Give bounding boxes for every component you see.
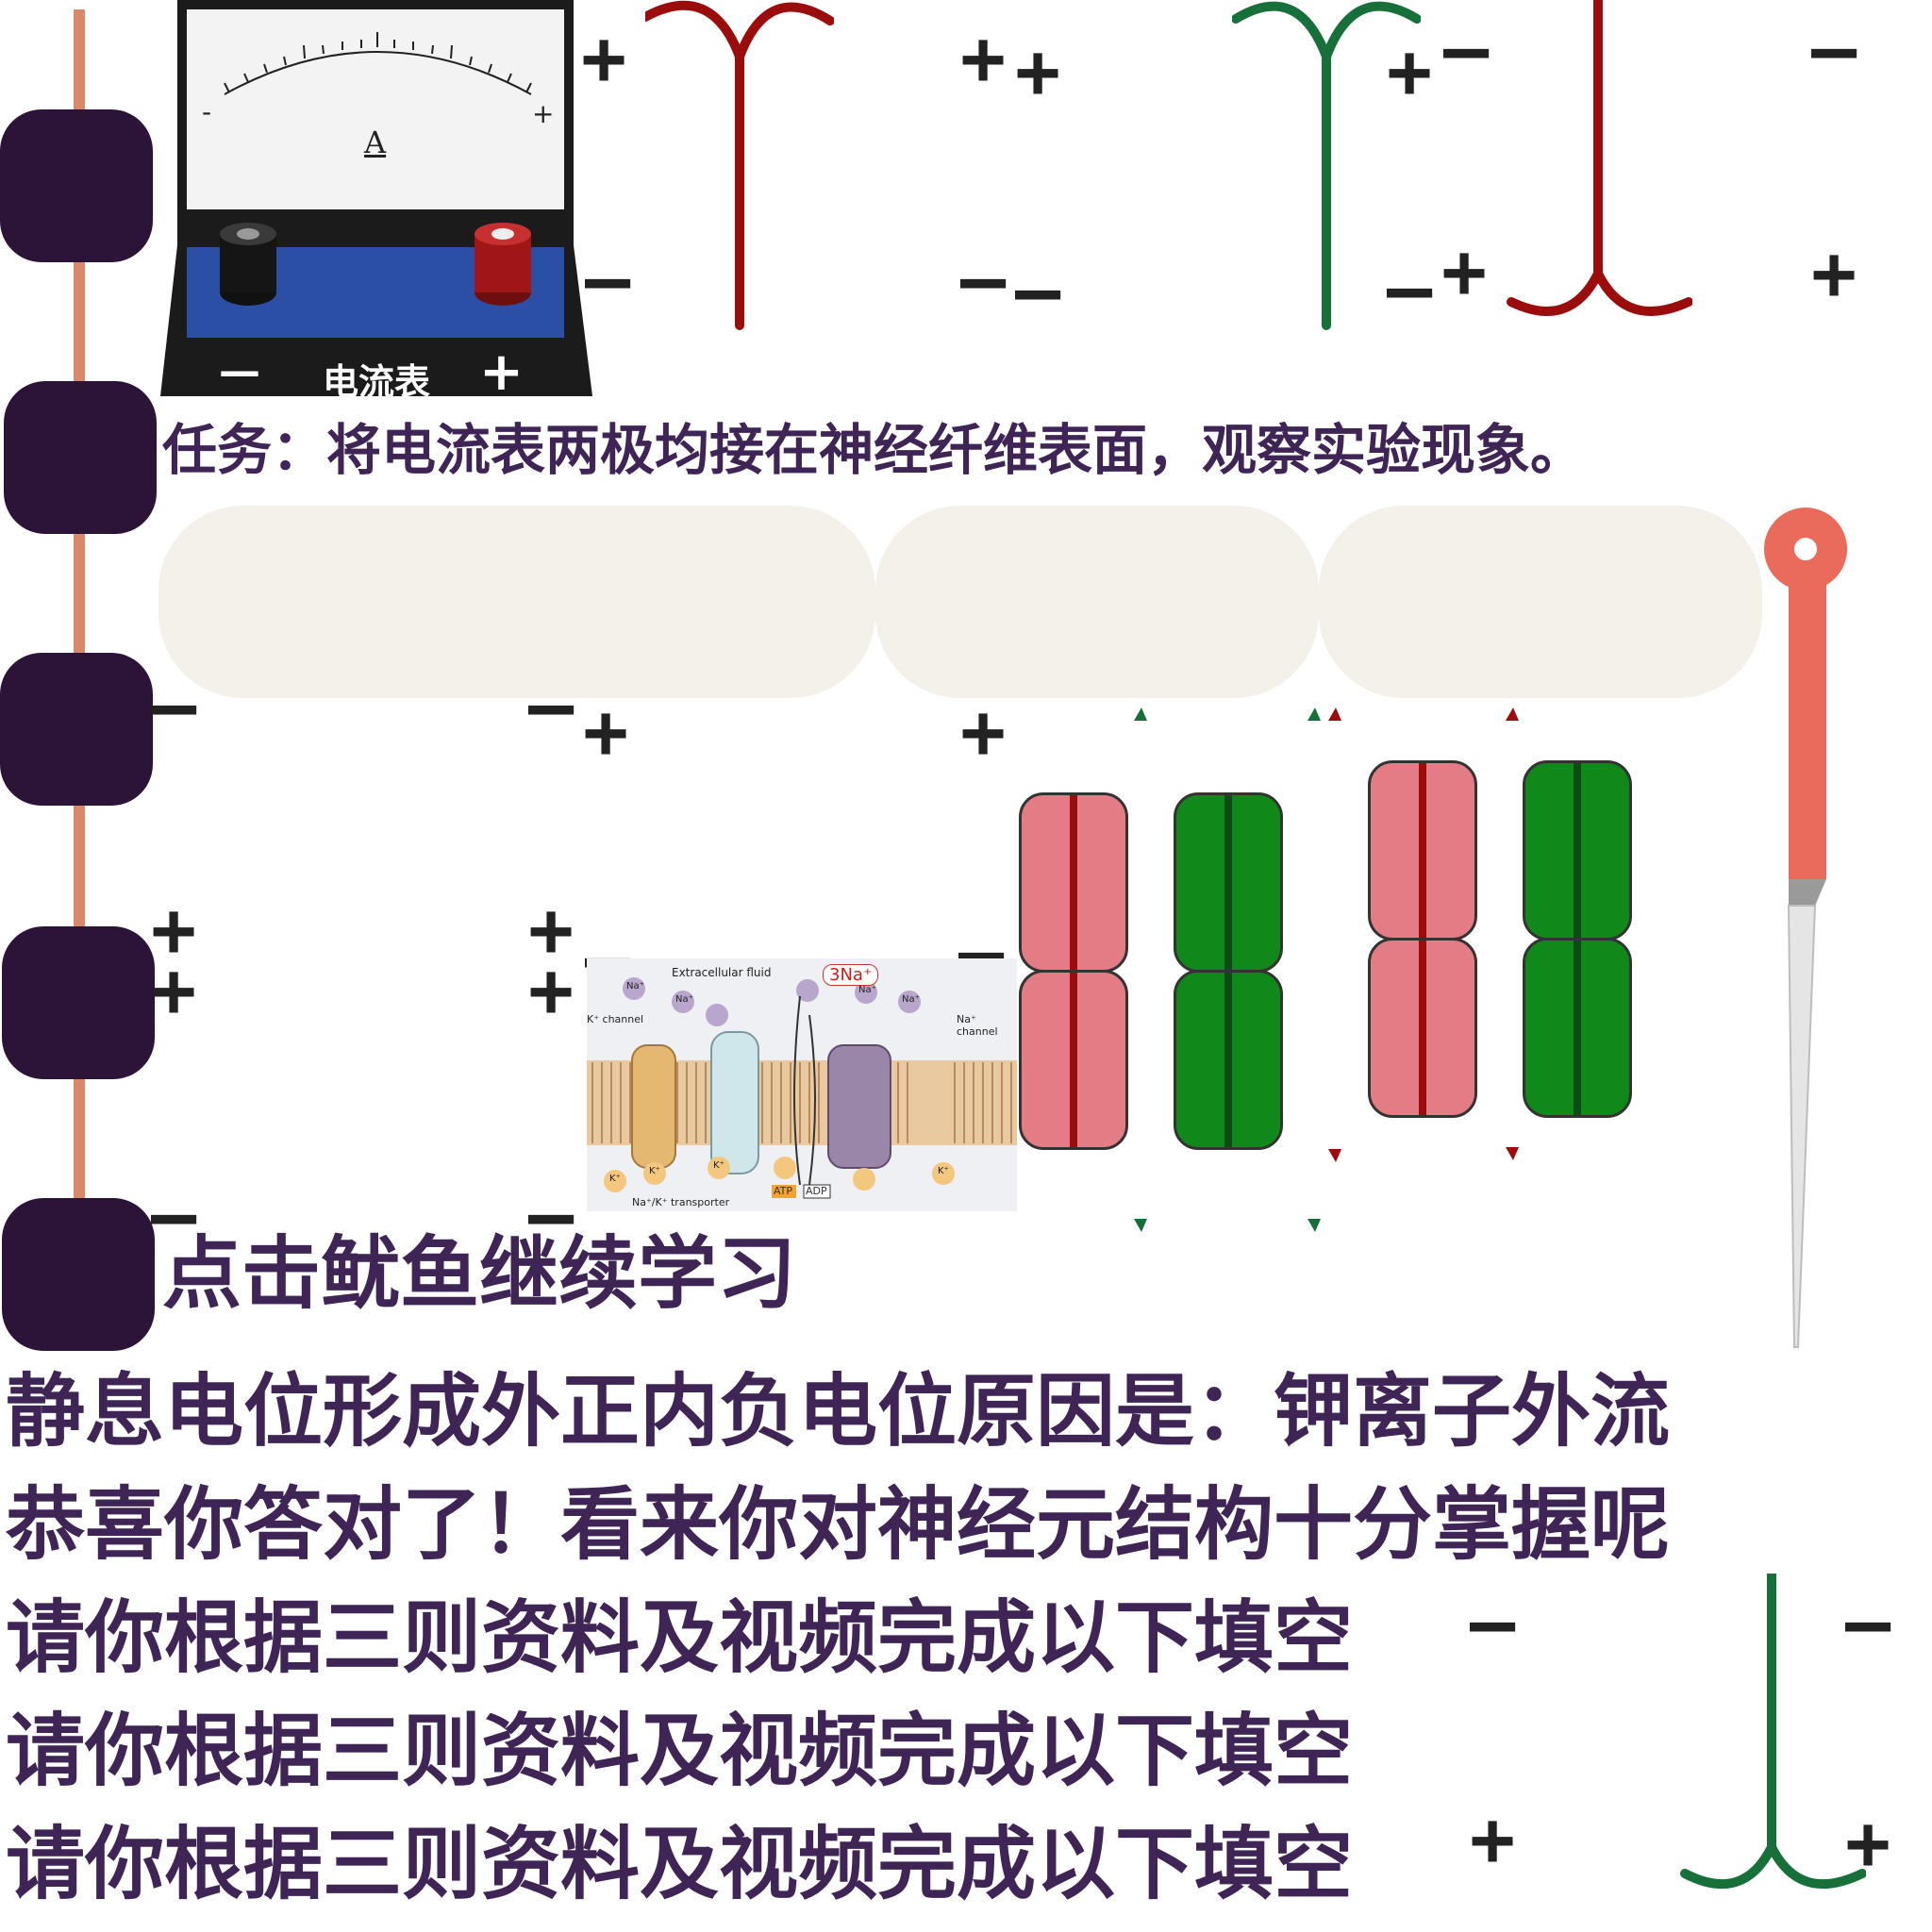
dial-plus-label: + — [532, 98, 555, 129]
blob-button-1[interactable] — [0, 109, 153, 262]
blob-button-2[interactable] — [4, 381, 157, 534]
nerve-fiber-segment-1[interactable] — [158, 506, 875, 698]
na-ion-label: Na⁺ — [626, 981, 644, 991]
fill-prompt-text: 请你根据三则资料及视频完成以下填空 — [6, 1818, 1354, 1910]
three-na-label: 3Na⁺ — [823, 964, 879, 986]
k-ion-label: K⁺ — [713, 1160, 724, 1171]
nerve-fiber-segment-3[interactable] — [1319, 506, 1762, 698]
ammeter[interactable]: - + A — 电流表 + — [158, 0, 592, 415]
ion-channel-pink[interactable] — [1019, 970, 1128, 1150]
k-channel-label: K⁺ channel — [587, 1013, 644, 1025]
plus-sign: + — [528, 946, 575, 1034]
task-text: 任务：将电流表两极均接在神经纤维表面，观察实验现象。 — [162, 418, 1586, 482]
na-channel-label: Na⁺ channel — [957, 1013, 998, 1038]
k-ion-label: K⁺ — [609, 1174, 621, 1184]
green-electrode-bottom — [1680, 1574, 1866, 1890]
plus-sign: + — [1470, 1795, 1516, 1883]
minus-sign: — — [960, 235, 1007, 323]
ion-channel-pink[interactable] — [1368, 938, 1477, 1118]
na-ion-label: Na⁺ — [858, 985, 876, 995]
minus-sign: — — [1811, 5, 1857, 92]
ion-channel-green[interactable] — [1523, 938, 1632, 1118]
fill-prompt-text: 请你根据三则资料及视频完成以下填空 — [6, 1705, 1354, 1797]
plus-sign: + — [1845, 1799, 1891, 1887]
dial-unit-label: A — [364, 125, 387, 160]
na-k-pump-diagram[interactable]: Extracellular fluid K⁺ channel Na⁺ chann… — [587, 958, 1017, 1211]
nerve-fiber-segment-2[interactable] — [875, 506, 1319, 698]
plus-sign: + — [960, 688, 1007, 775]
minus-sign: — — [1470, 1578, 1516, 1666]
minus-sign: — — [1845, 1578, 1891, 1666]
red-electrode-top-right — [1507, 0, 1692, 316]
minus-sign: — — [151, 661, 197, 749]
click-squid-text[interactable]: 点击鱿鱼继续学习 — [162, 1226, 796, 1321]
needle-graphic — [1764, 508, 1847, 1348]
minus-sign: — — [1443, 5, 1490, 92]
ion-channel-pink[interactable] — [1368, 760, 1477, 941]
na-ion-label: Na⁺ — [675, 994, 693, 1005]
plus-sign: + — [960, 14, 1007, 102]
blob-button-3[interactable] — [0, 653, 153, 806]
plus-sign: + — [1441, 227, 1488, 315]
adp-label: ADP — [806, 1185, 827, 1197]
blob-button-4[interactable] — [2, 926, 155, 1079]
base-plus-label: + — [479, 341, 524, 403]
extracellular-label: Extracellular fluid — [672, 966, 772, 979]
congrats-text: 恭喜你答对了！看来你对神经元结构十分掌握呢 — [6, 1478, 1671, 1571]
resting-potential-text: 静息电位形成外正内负电位原因是：钾离子外流 — [6, 1365, 1671, 1457]
k-ion-label: K⁺ — [649, 1166, 660, 1176]
base-minus-label: — — [219, 347, 260, 395]
red-electrode-top-left — [645, 0, 834, 330]
ion-channel-pink[interactable] — [1019, 792, 1128, 973]
minus-sign: — — [585, 235, 631, 323]
ion-channel-green[interactable] — [1174, 792, 1283, 973]
ion-channel-green[interactable] — [1174, 970, 1283, 1150]
plus-sign: + — [1015, 27, 1061, 115]
minus-sign: — — [528, 661, 575, 749]
k-ion-label: K⁺ — [938, 1166, 949, 1176]
transporter-label: Na⁺/K⁺ transporter — [632, 1196, 730, 1208]
plus-sign: + — [583, 688, 629, 775]
na-ion-label: Na⁺ — [902, 994, 920, 1005]
ammeter-base-label: 电流表 — [323, 361, 431, 403]
atp-label: ATP — [774, 1185, 793, 1197]
minus-sign: — — [1015, 246, 1061, 334]
plus-sign: + — [1387, 27, 1433, 115]
blob-button-5[interactable] — [2, 1198, 155, 1351]
plus-sign: + — [1811, 229, 1857, 317]
plus-sign: + — [581, 14, 627, 102]
fill-prompt-text: 请你根据三则资料及视频完成以下填空 — [6, 1591, 1354, 1684]
minus-sign: — — [1387, 244, 1433, 332]
stimulation-needle[interactable] — [1760, 506, 1855, 1355]
ion-channel-green[interactable] — [1523, 760, 1632, 941]
dial-minus-label: - — [202, 96, 212, 127]
plus-sign: + — [151, 946, 197, 1034]
